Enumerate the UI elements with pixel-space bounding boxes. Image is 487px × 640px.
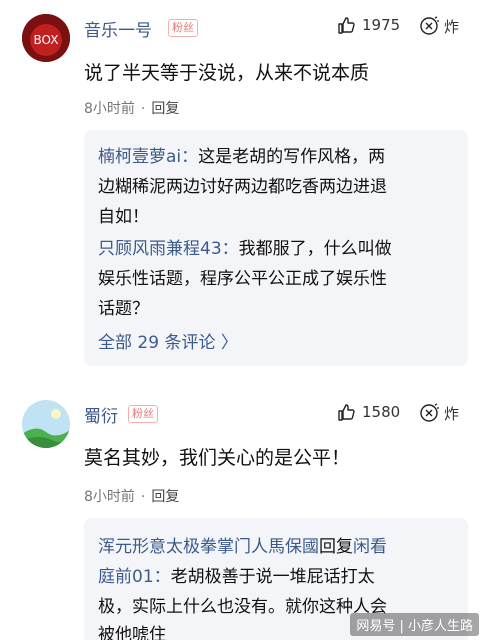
avatar-image: [22, 400, 70, 448]
thumbs-up-icon: [338, 404, 355, 421]
explode-icon: [420, 403, 439, 422]
watermark: 网易号 | 小彦人生路: [350, 613, 479, 636]
like-button[interactable]: 1580: [336, 402, 400, 422]
fan-badge: 粉丝: [168, 19, 198, 37]
explode-icon: [420, 16, 439, 35]
reply-line: 只顾风雨兼程43：我都服了，什么叫做: [98, 234, 392, 264]
react-label: 炸: [444, 404, 460, 423]
reply-button[interactable]: 回复: [151, 101, 179, 117]
thumbs-up-icon: [338, 17, 355, 34]
username[interactable]: 音乐一号: [84, 16, 152, 41]
react-label: 炸: [444, 17, 460, 36]
reply-author[interactable]: 庭前01：: [98, 567, 171, 587]
reply-author[interactable]: 只顾风雨兼程43：: [98, 239, 239, 259]
reply-line: 娱乐性话题，程序公平公正成了娱乐性: [98, 264, 387, 294]
comment-meta: 8小时前 · 回复: [84, 486, 179, 506]
reply-text: 极，实际上什么也没有。就你这种人会: [98, 597, 387, 617]
separator-dot: ·: [140, 101, 146, 117]
reply-line: 被他唬住: [98, 620, 166, 640]
fan-badge: 粉丝: [128, 405, 158, 423]
reply-target[interactable]: 闲看: [353, 537, 387, 557]
reply-line: 话题？: [98, 294, 149, 324]
avatar[interactable]: BOX: [22, 14, 70, 62]
avatar-image: BOX: [22, 14, 70, 62]
reply-word: 回复: [319, 537, 353, 557]
avatar[interactable]: [22, 400, 70, 448]
reply-line: 边糊稀泥两边讨好两边都吃香两边进退: [98, 172, 387, 202]
reply-text: 话题？: [98, 299, 149, 319]
comment-meta: 8小时前 · 回复: [84, 98, 179, 118]
reply-text: 我都服了，什么叫做: [238, 239, 392, 259]
reply-line: 楠柯壹萝ai：这是老胡的写作风格，两: [98, 142, 385, 172]
reply-line: 极，实际上什么也没有。就你这种人会: [98, 592, 387, 622]
reply-text: 这是老胡的写作风格，两: [198, 147, 386, 167]
comment-text: 说了半天等于没说，从来不说本质: [84, 62, 370, 84]
separator-dot: ·: [140, 489, 146, 505]
reply-author[interactable]: 浑元形意太极拳掌门人馬保國: [98, 537, 319, 557]
reply-button[interactable]: 回复: [151, 489, 179, 505]
reply-text: 娱乐性话题，程序公平公正成了娱乐性: [98, 269, 387, 289]
react-button[interactable]: 炸: [418, 15, 459, 37]
react-button[interactable]: 炸: [418, 402, 459, 424]
see-all-replies-link[interactable]: 全部 29 条评论 〉: [98, 328, 238, 353]
reply-author[interactable]: 楠柯壹萝ai：: [98, 147, 198, 167]
reply-text: 被他唬住: [98, 625, 166, 640]
comment-text: 莫名其妙，我们关心的是公平！: [84, 447, 351, 469]
timestamp: 8小时前: [84, 101, 135, 117]
like-count: 1975: [362, 16, 401, 34]
reply-text: 边糊稀泥两边讨好两边都吃香两边进退: [98, 177, 387, 197]
like-count: 1580: [362, 403, 401, 421]
like-button[interactable]: 1975: [336, 15, 400, 35]
username[interactable]: 蜀衍: [84, 402, 118, 427]
reply-line: 浑元形意太极拳掌门人馬保國回复闲看: [98, 532, 387, 562]
reply-line: 庭前01：老胡极善于说一堆屁话打太: [98, 562, 375, 592]
reply-line: 自如！: [98, 202, 149, 232]
reply-text: 老胡极善于说一堆屁话打太: [170, 567, 375, 587]
svg-text:BOX: BOX: [34, 33, 59, 47]
reply-text: 自如！: [98, 207, 149, 227]
timestamp: 8小时前: [84, 489, 135, 505]
